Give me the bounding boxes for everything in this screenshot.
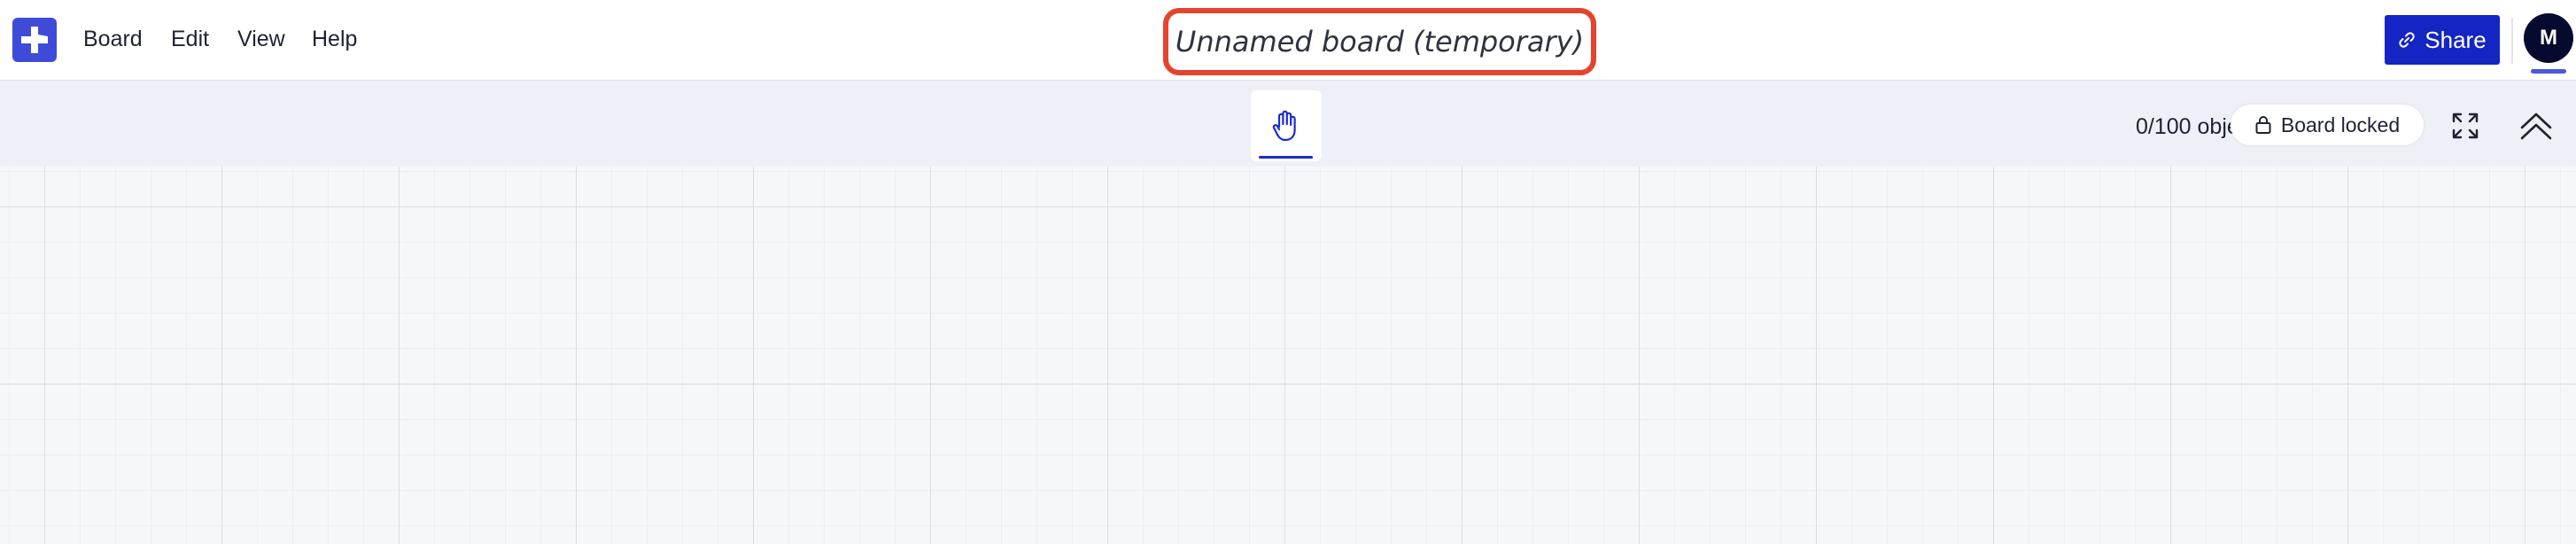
hand-tool-button[interactable]: [1251, 90, 1322, 161]
fullscreen-button[interactable]: [2447, 107, 2484, 144]
object-count: 0/100 objects: [2136, 114, 2233, 139]
header-divider: [2511, 18, 2513, 64]
share-label: Share: [2425, 26, 2487, 53]
avatar[interactable]: M: [2524, 13, 2573, 63]
menu-edit[interactable]: Edit: [171, 27, 209, 52]
app-logo[interactable]: [12, 18, 57, 62]
link-icon: [2399, 32, 2415, 48]
menu-view[interactable]: View: [237, 27, 285, 52]
board-title[interactable]: Unnamed board (temporary): [1175, 25, 1584, 58]
board-canvas[interactable]: [0, 167, 2576, 544]
collapse-toolbar-button[interactable]: [2516, 105, 2557, 146]
avatar-indicator: [2531, 69, 2566, 74]
board-locked-badge[interactable]: Board locked: [2231, 105, 2424, 145]
chevron-double-up-icon: [2520, 113, 2552, 140]
menu-board[interactable]: Board: [83, 27, 143, 52]
hand-icon: [1272, 110, 1296, 142]
toolbar: 0/100 objects Board locked: [0, 81, 2576, 167]
plus-logo-icon: [21, 27, 48, 53]
board-title-highlight[interactable]: Unnamed board (temporary): [1163, 8, 1596, 75]
active-tool-indicator: [1259, 156, 1313, 159]
menu-bar: Board Edit View Help Unnamed board (temp…: [0, 0, 2576, 81]
menu-help[interactable]: Help: [312, 27, 357, 52]
avatar-initial: M: [2540, 26, 2557, 50]
lock-icon: [2255, 116, 2271, 134]
share-button[interactable]: Share: [2385, 15, 2500, 65]
fullscreen-icon: [2452, 113, 2479, 139]
board-locked-label: Board locked: [2280, 113, 2401, 136]
